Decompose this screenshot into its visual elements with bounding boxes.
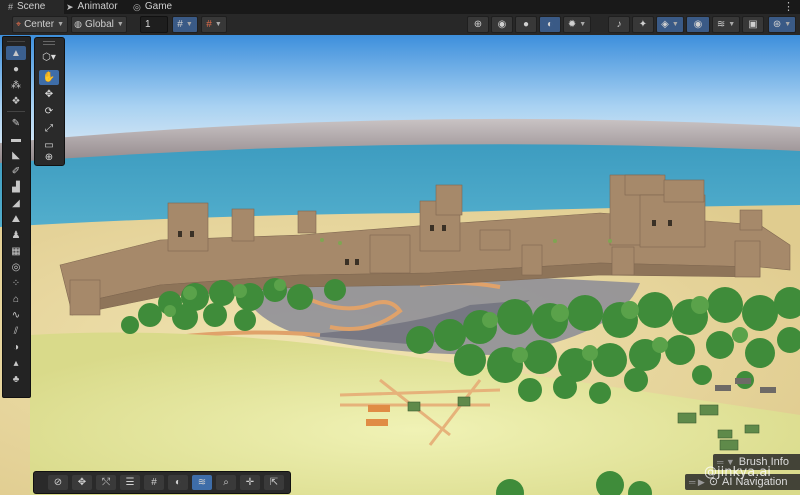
shading-button[interactable]: ◉ [491,16,513,33]
bottom-overlay-toolbar: ⊘ ✥ ⤲ ☰ # ◐ ≋ ⌕ ✛ ⇱ [33,471,291,494]
scatter-icon[interactable]: ⁂ [6,78,26,92]
tab-animator[interactable]: ➤ Animator [58,0,126,14]
hand-tool-icon[interactable]: ✋ [39,70,59,85]
gamepad-icon: ◎ [133,2,141,12]
stamp-icon[interactable]: ⌂ [6,292,26,306]
chevron-down-icon: ▼ [579,21,587,28]
shading-icon: ◉ [497,19,507,30]
grid-snap-icon: # [177,19,183,30]
scale-tool-icon[interactable]: ⤢ [39,121,59,136]
transform-tools-panel: ⬡▾ ✋ ✥ ⟳ ⤢ ▭ ⊕ [34,37,65,166]
drag-handle[interactable] [43,41,55,45]
scene-fx-icon: ✦ [638,19,648,30]
pencil-icon[interactable]: ✐ [6,164,26,178]
animator-icon: ➤ [66,2,74,12]
increment-snap-icon: # [206,19,212,30]
move-icon[interactable]: ✥ [72,475,92,490]
visibility-button[interactable]: ◉ [686,16,710,33]
layers-button[interactable]: ≋ ▼ [712,16,740,33]
visibility-icon: ◉ [693,19,703,30]
camera-icon: ▣ [748,19,758,30]
tab-game[interactable]: ◎ Game [125,0,180,14]
chevron-down-icon: ▼ [671,21,679,28]
contrast-icon[interactable]: ◑ [6,340,26,354]
camera-button[interactable]: ▣ [742,16,764,33]
view-options-icon: ⊛ [772,19,782,30]
stairs-icon[interactable]: ▟ [6,180,26,194]
watermark: @jinkya.ai [704,465,771,480]
gizmo-globe-button[interactable]: ⊕ [467,16,489,33]
increment-snap-button[interactable]: # ▼ [201,16,227,33]
pivot-mode-dropdown[interactable]: ⌖ Center ▼ [12,16,68,33]
effects-icon: ✹ [567,19,577,30]
scene-view-icon: ◐ [546,19,554,30]
scene-render [0,35,800,495]
scene-viewport[interactable] [0,35,800,495]
scene-toolbar: ⌖ Center ▼ ◍ Global ▼ 1 # ▼ # ▼ ⊕ ◉ ● ◐ ✹ ▼… [0,14,800,36]
wave-icon[interactable]: ∿ [6,308,26,322]
audio-mute-button[interactable]: ♪ [608,16,630,33]
paint-icon[interactable]: ✎ [6,116,26,130]
scene-fx-button[interactable]: ✦ [632,16,654,33]
road-icon[interactable]: ⫽ [6,324,26,338]
terrain-icon[interactable]: ▲ [6,46,26,60]
moon-icon[interactable]: ◐ [168,475,188,490]
lighting-button[interactable]: ● [515,16,537,33]
grid-snap-icon[interactable]: # [144,475,164,490]
tab-scene[interactable]: # Scene [0,0,64,14]
pivot-rotation-dropdown[interactable]: ◍ Global ▼ [71,16,127,33]
scene-view-button[interactable]: ◐ [539,16,561,33]
move-tool-icon[interactable]: ✥ [39,87,59,102]
collapse-handle-icon: ═ ▶ [689,477,705,487]
grid-increment-field[interactable]: 1 [140,16,168,33]
chevron-down-icon: ▼ [728,21,736,28]
transform-tool-icon[interactable]: ⊕ [39,150,59,165]
slope-icon[interactable]: ◣ [6,148,26,162]
flatten-icon[interactable]: ▬ [6,132,26,146]
kebab-menu-icon[interactable]: ⋮ [783,0,794,14]
gizmos-icon: ◈ [661,19,669,30]
chevron-down-icon: ▼ [116,21,124,28]
terrain-tools-sidebar: ▲ ● ⁂ ❖ ✎ ▬ ◣ ✐ ▟ ◢ ⛰ ♟ ▦ ◎ ⁘ ⌂ ∿ ⫽ ◑ ▴ … [2,36,31,398]
swirl-icon[interactable]: ◎ [6,260,26,274]
grid-icon[interactable]: ▦ [6,244,26,258]
view-cube-icon[interactable]: ⬡▾ [39,50,59,65]
mountain-icon[interactable]: ⛰ [6,212,26,226]
magnify-icon[interactable]: ⌕ [216,475,236,490]
layers-icon[interactable]: ≋ [192,475,212,490]
layers-icon: ≋ [716,19,726,30]
export-icon[interactable]: ⇱ [264,475,284,490]
tab-bar: # Scene ➤ Animator ◎ Game ⋮ [0,0,800,14]
compass-icon[interactable]: ⊘ [48,475,68,490]
spray-icon[interactable]: ⁘ [6,276,26,290]
gizmo-globe-icon: ⊕ [473,19,483,30]
chevron-down-icon: ▼ [57,21,65,28]
peak-icon[interactable]: ▴ [6,356,26,370]
globe-icon: ◍ [74,19,82,29]
lighting-icon: ● [522,19,530,30]
chevron-down-icon: ▼ [185,21,193,28]
chevron-down-icon: ▼ [784,21,792,28]
ramp-icon[interactable]: ◢ [6,196,26,210]
audio-mute-icon: ♪ [616,19,622,30]
sphere-icon[interactable]: ● [6,62,26,76]
prefab-icon[interactable]: ❖ [6,94,26,108]
settings-sliders-icon[interactable]: ☰ [120,475,140,490]
pin-icon[interactable]: ⤲ [96,475,116,490]
rotate-tool-icon[interactable]: ⟳ [39,104,59,119]
grid-icon: # [8,2,14,12]
gizmos-button[interactable]: ◈ ▼ [656,16,684,33]
pan-icon[interactable]: ✛ [240,475,260,490]
view-options-button[interactable]: ⊛ ▼ [768,16,796,33]
person-icon[interactable]: ♟ [6,228,26,242]
tree-icon[interactable]: ♣ [6,372,26,386]
chevron-down-icon: ▼ [214,21,222,28]
effects-button[interactable]: ✹ ▼ [563,16,591,33]
pivot-icon: ⌖ [15,19,22,29]
grid-snap-button[interactable]: # ▼ [172,16,198,33]
